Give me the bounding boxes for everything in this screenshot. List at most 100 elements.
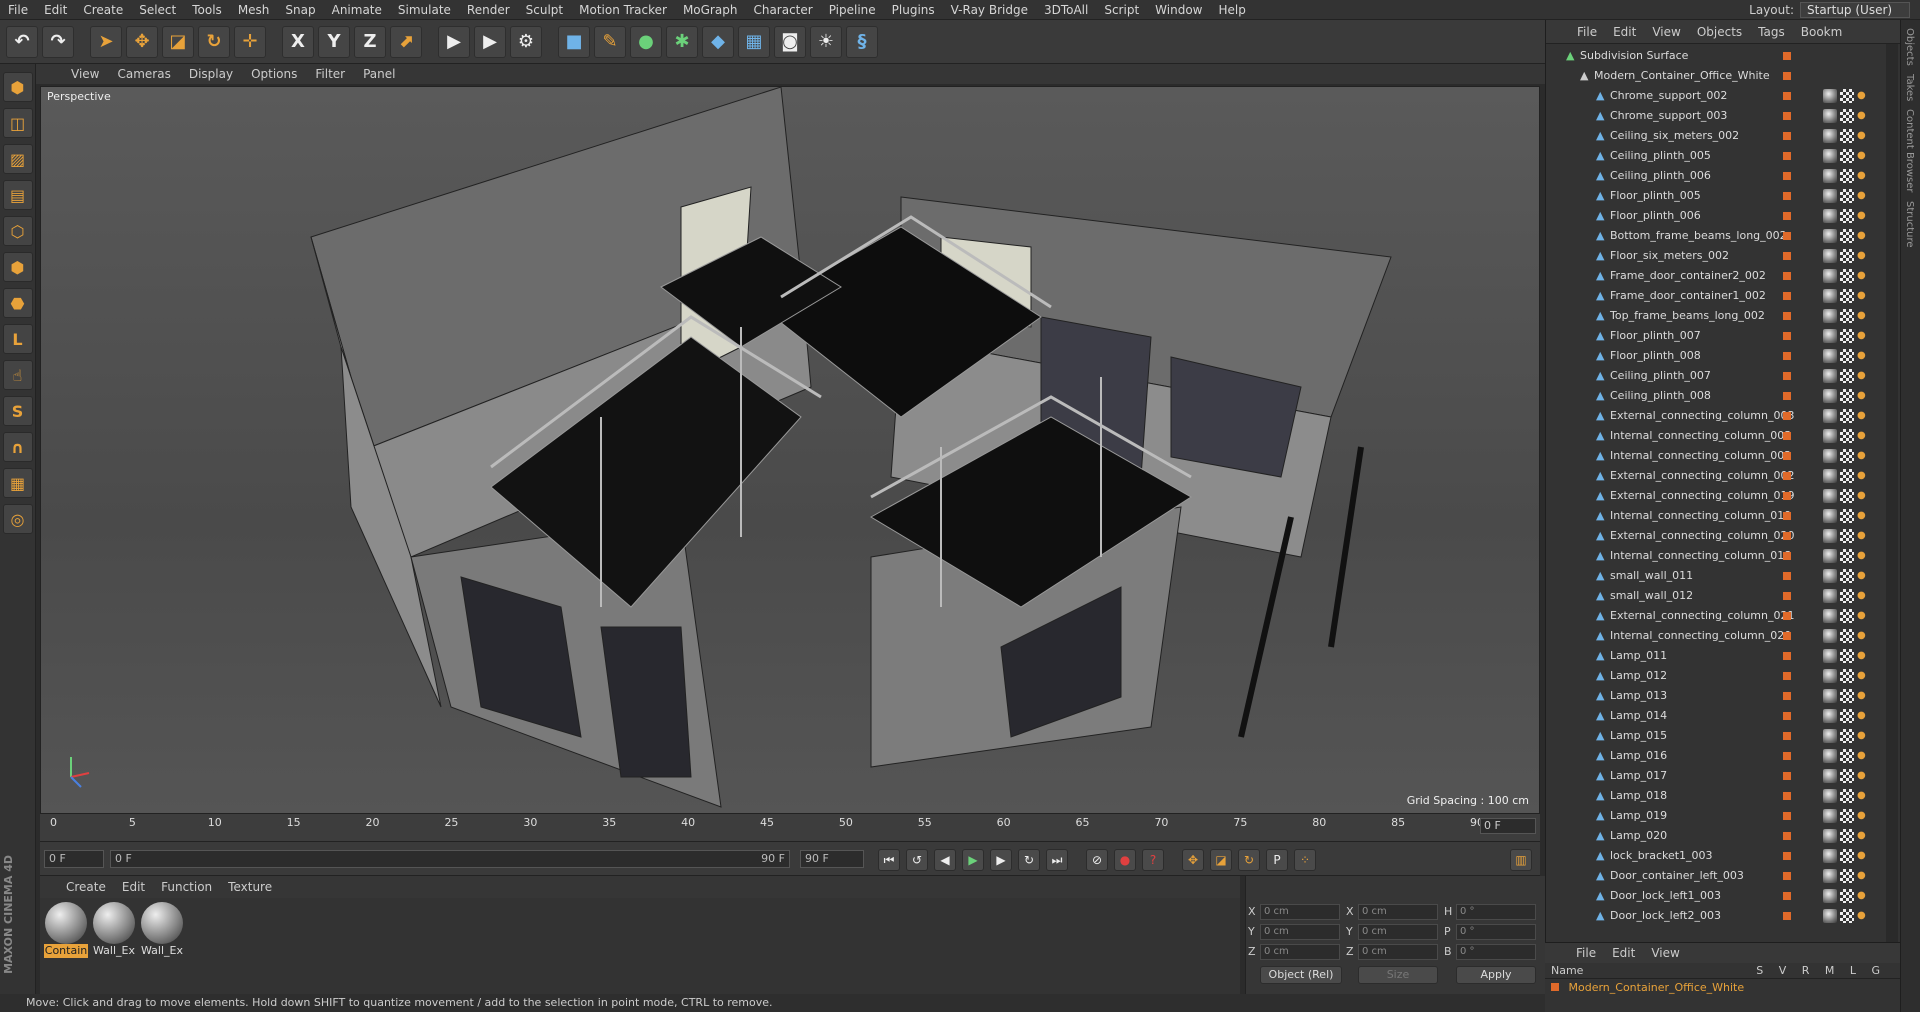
material-tag-icon[interactable] — [1823, 549, 1837, 563]
object-row[interactable]: ▲ Door_container_left_003 ● — [1546, 866, 1882, 886]
subdivision-surface-row[interactable]: ▲ Subdivision Surface — [1546, 46, 1882, 66]
material-tag-icon[interactable] — [1823, 289, 1837, 303]
material-tag-icon[interactable] — [1823, 129, 1837, 143]
material-tag-icon[interactable] — [1823, 189, 1837, 203]
phong-tag-icon[interactable]: ● — [1857, 89, 1871, 103]
phong-tag-icon[interactable]: ● — [1857, 229, 1871, 243]
material-tag-icon[interactable] — [1823, 809, 1837, 823]
phong-tag-icon[interactable]: ● — [1857, 609, 1871, 623]
object-row[interactable]: ▲ Lamp_020 ● — [1546, 826, 1882, 846]
texture-tag-icon[interactable] — [1840, 549, 1854, 563]
material-tag-icon[interactable] — [1823, 329, 1837, 343]
3d-viewport[interactable]: Perspective Grid Spacing : 100 cm — [40, 86, 1540, 814]
texture-tag-icon[interactable] — [1840, 509, 1854, 523]
start-frame-field[interactable]: 0 F — [44, 850, 104, 868]
viewport-menu-panel[interactable]: Panel — [356, 67, 402, 81]
object-menu-edit[interactable]: Edit — [1606, 25, 1643, 39]
redo-button[interactable]: ↷ — [42, 25, 74, 58]
apply-button[interactable]: Apply — [1456, 966, 1536, 984]
layer-color-tag[interactable] — [1783, 672, 1791, 680]
material-tag-icon[interactable] — [1823, 109, 1837, 123]
material-tag-icon[interactable] — [1823, 409, 1837, 423]
object-row[interactable]: ▲ Door_lock_left2_003 ● — [1546, 906, 1882, 926]
layer-color-tag[interactable] — [1783, 312, 1791, 320]
menu-sculpt[interactable]: Sculpt — [518, 0, 571, 20]
material-tag-icon[interactable] — [1823, 649, 1837, 663]
layer-color-tag[interactable] — [1783, 72, 1791, 80]
parent-object-row[interactable]: ▲ Modern_Container_Office_White — [1546, 66, 1882, 86]
layer-color-tag[interactable] — [1783, 872, 1791, 880]
grid-button[interactable]: ◎ — [2, 504, 33, 534]
phong-tag-icon[interactable]: ● — [1857, 309, 1871, 323]
object-row[interactable]: ▲ External_connecting_column_019 ● — [1546, 486, 1882, 506]
layer-menu-view[interactable]: View — [1644, 946, 1686, 960]
object-menu-tags[interactable]: Tags — [1751, 25, 1792, 39]
layer-color-tag[interactable] — [1783, 832, 1791, 840]
material-menu-texture[interactable]: Texture — [222, 880, 278, 894]
frame-range-slider[interactable]: 0 F 90 F — [110, 850, 790, 868]
material-tag-icon[interactable] — [1823, 569, 1837, 583]
texture-tag-icon[interactable] — [1840, 809, 1854, 823]
menu-v-ray-bridge[interactable]: V-Ray Bridge — [943, 0, 1036, 20]
texture-tag-icon[interactable] — [1840, 209, 1854, 223]
material-menu-edit[interactable]: Edit — [116, 880, 151, 894]
prev-frame-button[interactable]: ◀ — [934, 849, 956, 871]
layer-color-tag[interactable] — [1783, 712, 1791, 720]
layer-color-tag[interactable] — [1783, 52, 1791, 60]
layer-color-tag[interactable] — [1783, 512, 1791, 520]
material-tag-icon[interactable] — [1823, 789, 1837, 803]
menu-plugins[interactable]: Plugins — [884, 0, 943, 20]
object-row[interactable]: ▲ Internal_connecting_column_020 ● — [1546, 626, 1882, 646]
layer-color-tag[interactable] — [1783, 792, 1791, 800]
material-tag-icon[interactable] — [1823, 869, 1837, 883]
workplane-mode-button[interactable]: ▤ — [2, 180, 33, 210]
layer-color-tag[interactable] — [1783, 332, 1791, 340]
material-tag-icon[interactable] — [1823, 689, 1837, 703]
phong-tag-icon[interactable]: ● — [1857, 149, 1871, 163]
texture-tag-icon[interactable] — [1840, 709, 1854, 723]
menu-motion-tracker[interactable]: Motion Tracker — [571, 0, 675, 20]
object-row[interactable]: ▲ External_connecting_column_021 ● — [1546, 606, 1882, 626]
texture-tag-icon[interactable] — [1840, 309, 1854, 323]
x-axis-lock[interactable]: X — [282, 25, 314, 58]
texture-tag-icon[interactable] — [1840, 649, 1854, 663]
key-parameter-button[interactable]: P — [1266, 849, 1288, 871]
material-tag-icon[interactable] — [1823, 749, 1837, 763]
next-keyframe-button[interactable]: ↻ — [1018, 849, 1040, 871]
object-row[interactable]: ▲ Lamp_011 ● — [1546, 646, 1882, 666]
tab-structure[interactable]: Structure — [1904, 201, 1915, 248]
phong-tag-icon[interactable]: ● — [1857, 549, 1871, 563]
phong-tag-icon[interactable]: ● — [1857, 769, 1871, 783]
object-row[interactable]: ▲ lock_bracket1_003 ● — [1546, 846, 1882, 866]
texture-tag-icon[interactable] — [1840, 369, 1854, 383]
layer-color-tag[interactable] — [1783, 432, 1791, 440]
current-frame-field[interactable]: 0 F — [1480, 818, 1536, 834]
object-row[interactable]: ▲ External_connecting_column_002 ● — [1546, 466, 1882, 486]
material-tag-icon[interactable] — [1823, 149, 1837, 163]
phong-tag-icon[interactable]: ● — [1857, 469, 1871, 483]
texture-tag-icon[interactable] — [1840, 89, 1854, 103]
object-row[interactable]: ▲ Lamp_018 ● — [1546, 786, 1882, 806]
size-z-field[interactable]: 0 cm — [1358, 944, 1438, 960]
phong-tag-icon[interactable]: ● — [1857, 109, 1871, 123]
edges-mode-button[interactable]: ⬢ — [2, 252, 33, 282]
layer-color-tag[interactable] — [1783, 852, 1791, 860]
menu-snap[interactable]: Snap — [277, 0, 323, 20]
menu-create[interactable]: Create — [75, 0, 131, 20]
light-button[interactable]: ☀ — [810, 25, 842, 58]
phong-tag-icon[interactable]: ● — [1857, 889, 1871, 903]
object-row[interactable]: ▲ Ceiling_plinth_006 ● — [1546, 166, 1882, 186]
coordinate-mode-dropdown[interactable]: Object (Rel) — [1260, 966, 1342, 984]
object-row[interactable]: ▲ Frame_door_container1_002 ● — [1546, 286, 1882, 306]
menu-character[interactable]: Character — [745, 0, 820, 20]
phong-tag-icon[interactable]: ● — [1857, 429, 1871, 443]
texture-tag-icon[interactable] — [1840, 109, 1854, 123]
material-swatch[interactable]: Contain — [44, 902, 88, 960]
texture-tag-icon[interactable] — [1840, 629, 1854, 643]
object-menu-file[interactable]: File — [1570, 25, 1604, 39]
menu-render[interactable]: Render — [459, 0, 518, 20]
object-row[interactable]: ▲ Floor_plinth_005 ● — [1546, 186, 1882, 206]
layer-color-tag[interactable] — [1783, 412, 1791, 420]
texture-tag-icon[interactable] — [1840, 769, 1854, 783]
object-row[interactable]: ▲ small_wall_011 ● — [1546, 566, 1882, 586]
